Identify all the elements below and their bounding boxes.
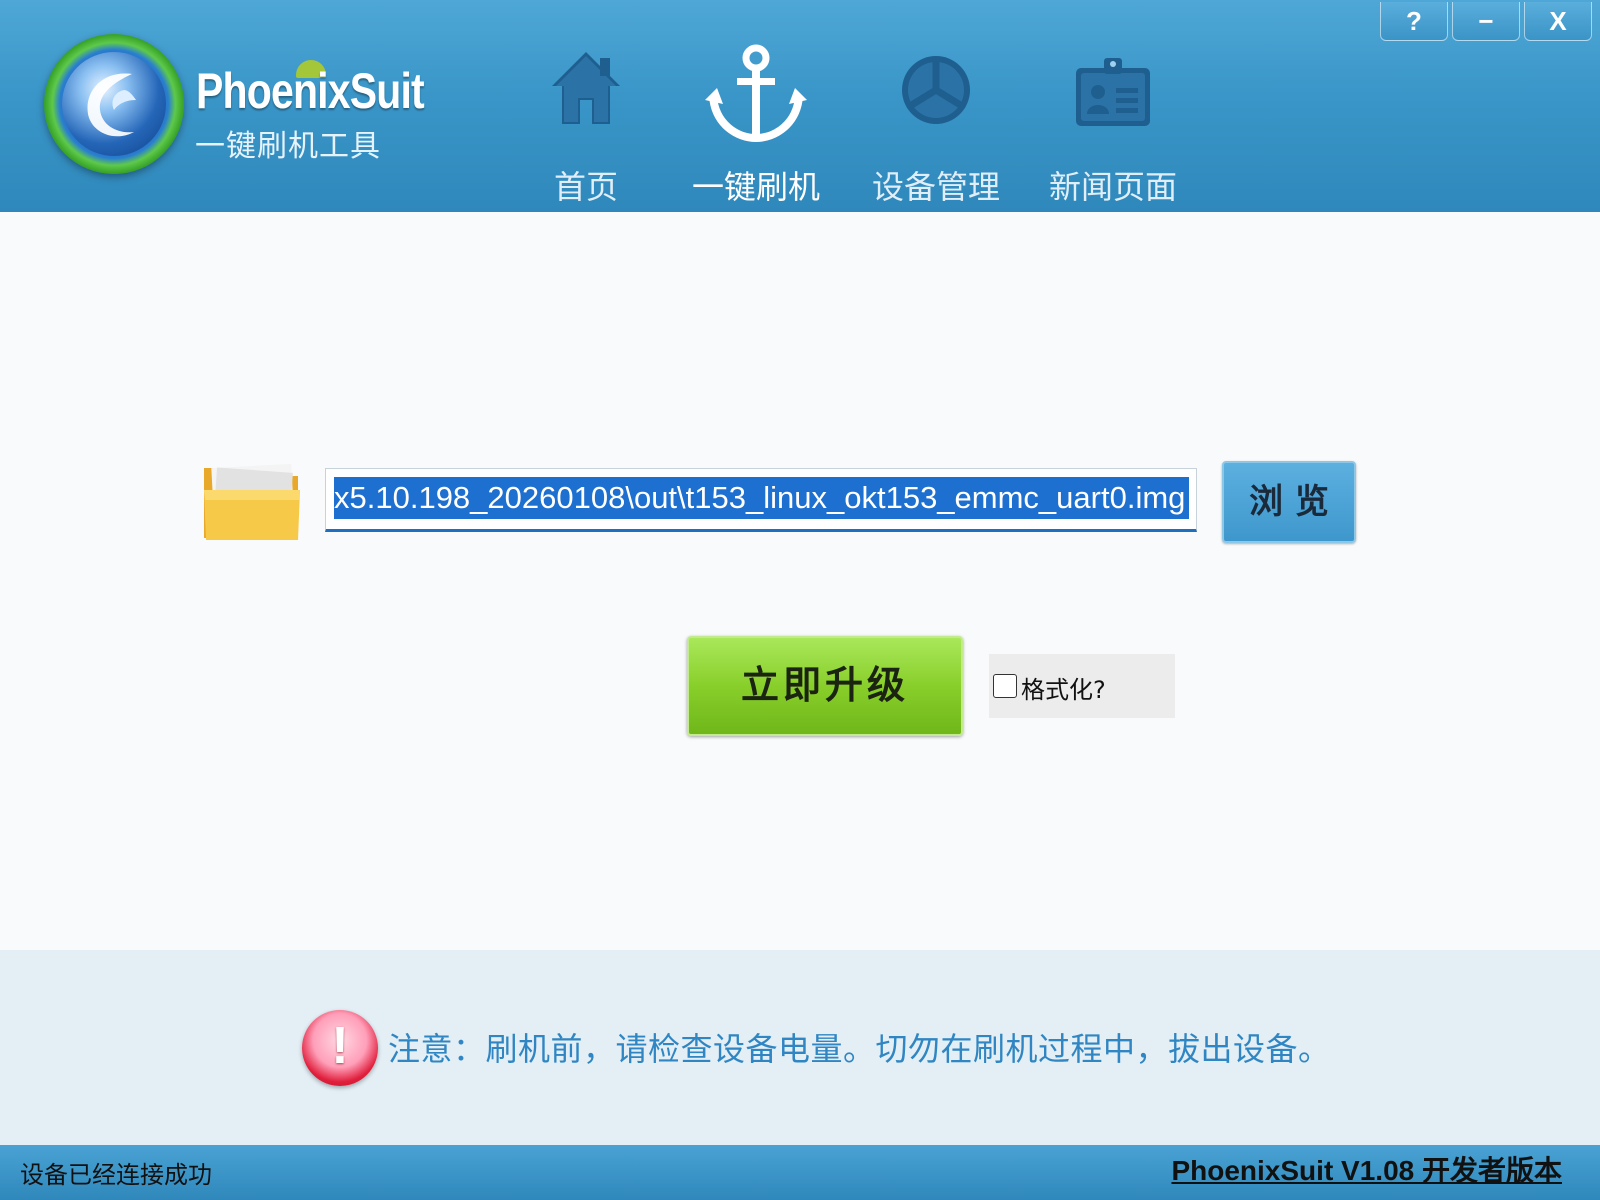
connection-status: 设备已经连接成功 [20,1161,212,1189]
nav-news[interactable]: 新闻页面 [1043,38,1183,208]
help-button[interactable]: ? [1380,2,1448,41]
image-path-value: x5.10.198_20260108\out\t153_linux_okt153… [334,477,1190,519]
format-label: 格式化? [1021,676,1106,704]
nav-flash[interactable]: 一键刷机 [686,38,826,208]
close-button[interactable]: X [1524,2,1592,41]
notice-text: 注意：刷机前，请检查设备电量。切勿在刷机过程中，拔出设备。 [388,1030,1331,1068]
phoenixsuit-window: PhoenixSuit 一键刷机工具 首页 一键刷机 设备管理 新闻页面 ? −… [0,0,1600,1200]
version-link[interactable]: PhoenixSuit V1.08 开发者版本 [1171,1149,1562,1189]
image-path-input[interactable]: x5.10.198_20260108\out\t153_linux_okt153… [325,468,1197,532]
nav-news-label: 新闻页面 [1048,168,1177,206]
header-bar: PhoenixSuit 一键刷机工具 首页 一键刷机 设备管理 新闻页面 ? −… [0,0,1600,212]
folder-icon [204,463,300,540]
format-option[interactable]: 格式化? [989,654,1175,718]
phoenix-logo-icon [44,34,184,174]
warning-icon: ! [302,1010,378,1086]
nav-device-manage-label: 设备管理 [871,168,1000,206]
format-checkbox[interactable] [993,674,1017,698]
home-icon [552,52,620,124]
window-controls: ? − X [1380,2,1592,41]
news-icon [1076,58,1150,126]
device-manage-icon [902,56,970,124]
app-subtitle: 一键刷机工具 [195,129,381,164]
minimize-button[interactable]: − [1452,2,1520,41]
status-bar: 设备已经连接成功 PhoenixSuit V1.08 开发者版本 [0,1145,1600,1200]
app-brand: PhoenixSuit [196,63,425,119]
anchor-icon [705,44,807,143]
upgrade-now-button[interactable]: 立即升级 [687,636,963,736]
nav-device-manage[interactable]: 设备管理 [866,38,1006,208]
nav-home[interactable]: 首页 [516,38,656,208]
nav-home-label: 首页 [553,168,618,206]
nav-flash-label: 一键刷机 [691,168,820,206]
browse-button[interactable]: 浏 览 [1222,461,1356,543]
